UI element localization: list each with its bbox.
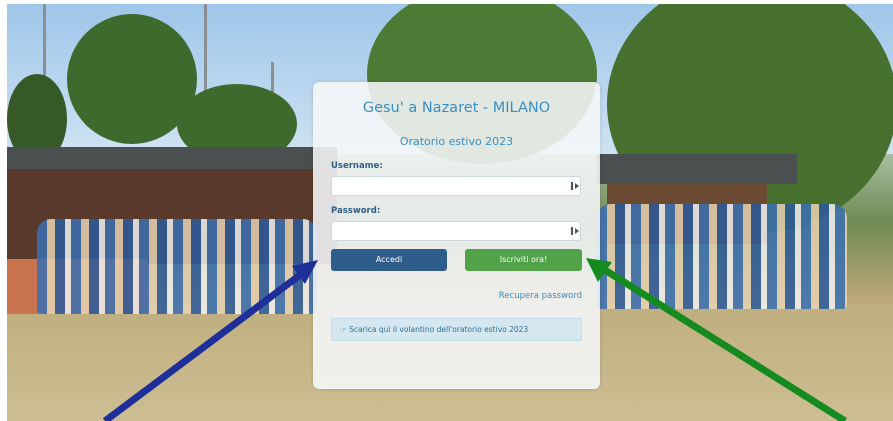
blue-arrow [102,260,318,421]
green-arrow [586,258,847,421]
annotation-arrows [102,258,847,421]
